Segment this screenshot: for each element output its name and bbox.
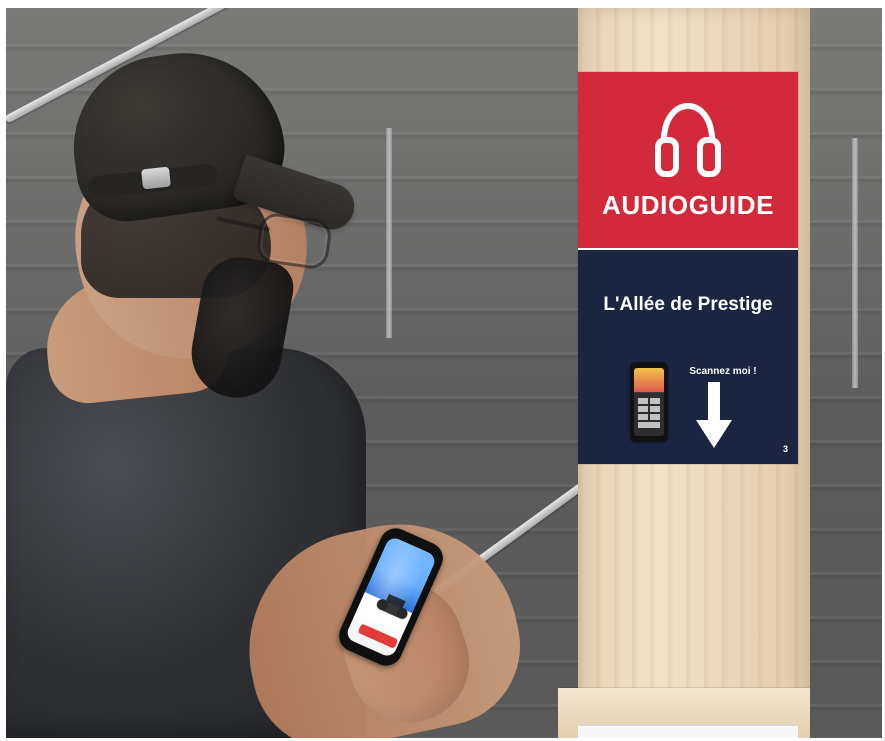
sign-bottom-panel: L'Allée de Prestige Scannez moi ! 3 [578, 250, 798, 464]
arrow-down-icon [692, 382, 736, 452]
sign-subtitle: L'Allée de Prestige [603, 294, 773, 315]
sign-phone-grid [638, 398, 660, 428]
cap-buckle [141, 166, 171, 190]
sign-phone-illustration [630, 362, 668, 442]
scan-instruction: Scannez moi ! [689, 366, 757, 377]
sign-title: AUDIOGUIDE [601, 190, 775, 220]
rail-post-2 [852, 138, 858, 388]
smartphone-red-bar [357, 623, 399, 649]
audioguide-sign: AUDIOGUIDE L'Allée de Prestige Scannez m… [578, 72, 798, 464]
headphones-icon [650, 96, 726, 182]
sign-top-panel: AUDIOGUIDE [578, 72, 798, 248]
man [6, 8, 535, 738]
shelf-card [578, 724, 798, 738]
photo: AUDIOGUIDE L'Allée de Prestige Scannez m… [6, 8, 882, 738]
sign-page-number: 3 [782, 444, 788, 454]
sign-phone-screen [634, 368, 664, 436]
smartphone-bike-image [373, 590, 414, 622]
